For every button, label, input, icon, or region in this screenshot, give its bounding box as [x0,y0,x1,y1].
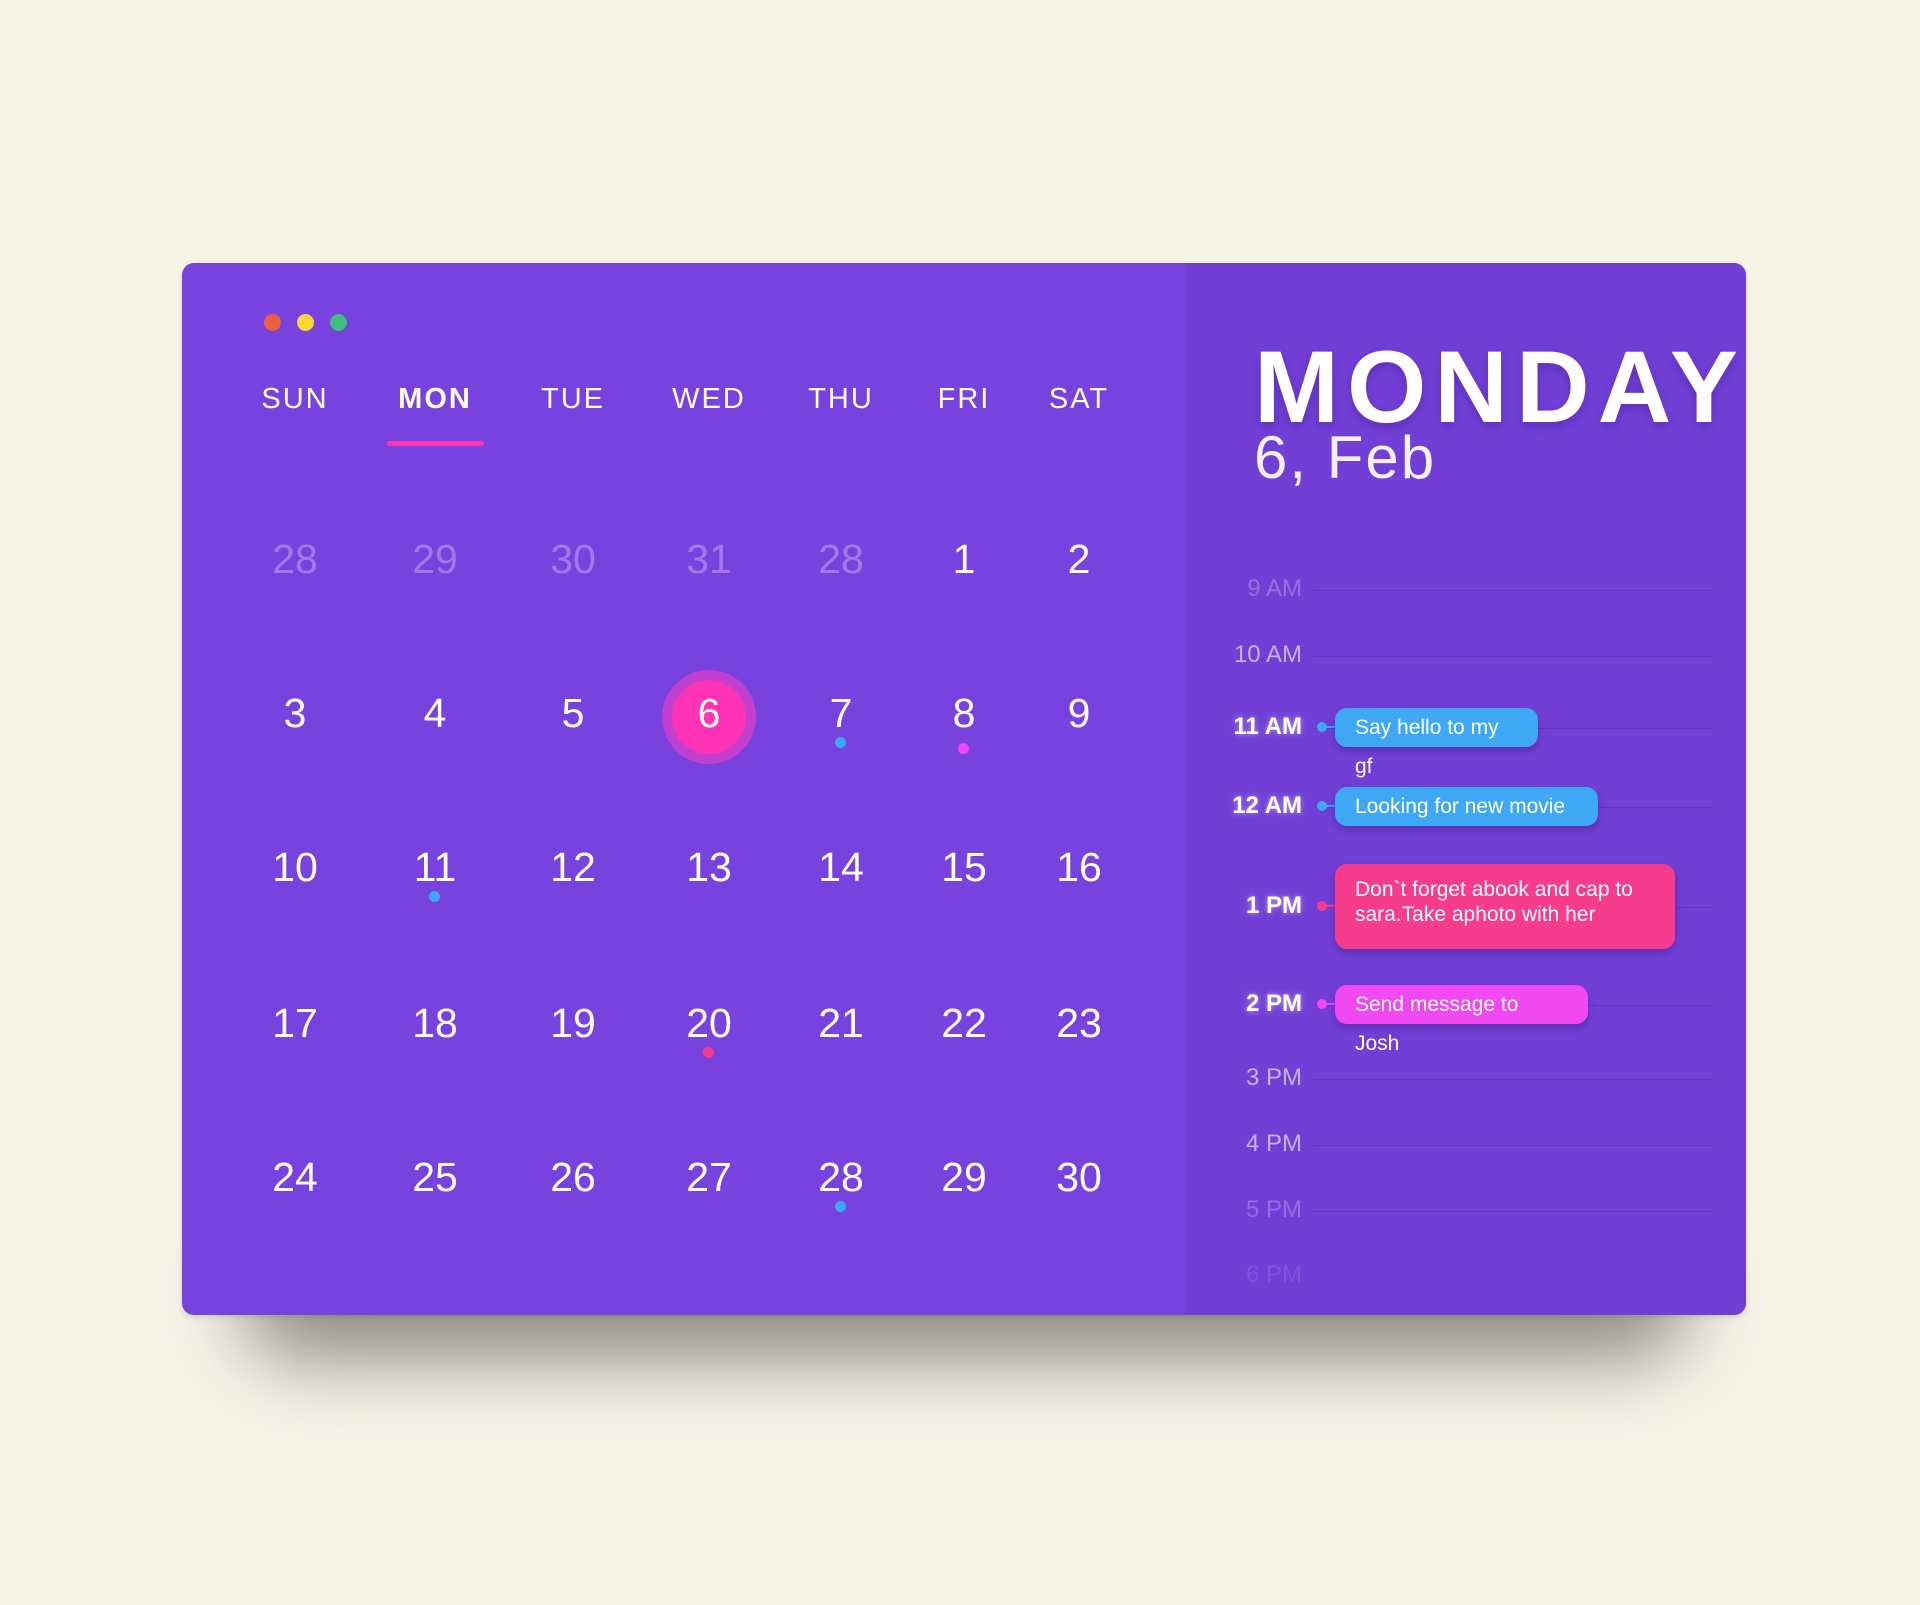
date-cell[interactable]: 2 [1029,536,1129,583]
active-weekday-indicator [387,441,484,446]
date-cell[interactable]: 7 [791,690,891,737]
event-indicator-dot [428,890,440,902]
date-cell[interactable]: 14 [791,844,891,891]
date-cell[interactable]: 11 [385,844,485,891]
time-label: 12 AM [1232,792,1302,819]
hour-gridline [1314,1211,1714,1212]
close-window-button[interactable] [263,314,281,331]
date-cell[interactable]: 28 [791,1154,891,1201]
date-cell[interactable]: 20 [659,1000,759,1047]
event-card[interactable]: Looking for new movie [1335,787,1598,826]
date-cell[interactable]: 12 [523,844,623,891]
weekday-mon[interactable]: MON [375,383,495,416]
date-cell[interactable]: 15 [914,844,1014,891]
event-text: Looking for new movie [1355,795,1566,818]
weekday-thu[interactable]: THU [781,383,901,416]
date-cell-today[interactable]: 6 [659,690,759,737]
date-cell[interactable]: 9 [1029,690,1129,737]
date-cell[interactable]: 28 [245,536,345,583]
date-cell[interactable]: 27 [659,1154,759,1201]
day-agenda: MONDAY 6, Feb 9 AM 10 AM 11 AM Say hello to… [1185,263,1746,1315]
month-calendar: SUN MON TUE WED THU FRI SAT 28 29 30 31 28 1 2 3 4 5 6 7 8 9… [182,263,1185,1315]
date-cell[interactable]: 31 [659,536,759,583]
date-cell[interactable]: 26 [523,1154,623,1201]
date-cell[interactable]: 17 [245,1000,345,1047]
event-indicator-dot [834,736,846,748]
event-card[interactable]: Don`t forget abook and cap to sara.Take … [1335,864,1675,949]
date-cell[interactable]: 5 [523,690,623,737]
hour-gridline [1314,1079,1714,1080]
weekday-wed[interactable]: WED [649,383,769,416]
date-cell[interactable]: 29 [385,536,485,583]
time-label: 10 AM [1233,641,1302,668]
event-indicator-dot [957,742,969,754]
date-cell[interactable]: 13 [659,844,759,891]
time-label: 6 PM [1245,1261,1302,1288]
weekday-sun[interactable]: SUN [235,383,355,416]
event-text: Don`t forget abook and cap to sara.Take … [1355,878,1633,926]
date-cell[interactable]: 8 [914,690,1014,737]
weekday-sat[interactable]: SAT [1019,383,1139,416]
event-card[interactable]: Say hello to my gf [1335,708,1538,778]
time-label: 5 PM [1245,1196,1302,1223]
weekday-tue[interactable]: TUE [513,383,633,416]
event-indicator-dot [702,1046,714,1058]
event-text: Say hello to my gf [1355,716,1499,778]
date-cell[interactable]: 29 [914,1154,1014,1201]
time-label: 3 PM [1245,1064,1302,1091]
time-label: 4 PM [1245,1130,1302,1157]
event-indicator-dot [834,1200,846,1212]
hour-gridline [1314,590,1714,591]
date-cell[interactable]: 25 [385,1154,485,1201]
date-cell[interactable]: 3 [245,690,345,737]
date-cell[interactable]: 4 [385,690,485,737]
date-cell[interactable]: 1 [914,536,1014,583]
date-cell[interactable]: 10 [245,844,345,891]
date-cell[interactable]: 30 [523,536,623,583]
hour-gridline [1314,656,1714,657]
event-card[interactable]: Send message to Josh [1335,985,1588,1055]
hour-gridline [1314,1145,1714,1146]
time-label: 11 AM [1233,713,1302,740]
date-cell[interactable]: 19 [523,1000,623,1047]
calendar-window: SUN MON TUE WED THU FRI SAT 28 29 30 31 28 1 2 3 4 5 6 7 8 9… [182,263,1746,1315]
date-cell[interactable]: 22 [914,1000,1014,1047]
time-label: 9 AM [1247,575,1302,602]
time-label: 1 PM [1245,892,1302,919]
date-cell[interactable]: 28 [791,536,891,583]
time-label: 2 PM [1245,990,1302,1017]
date-cell[interactable]: 18 [385,1000,485,1047]
date-cell[interactable]: 23 [1029,1000,1129,1047]
event-text: Send message to Josh [1355,993,1519,1055]
date-cell[interactable]: 21 [791,1000,891,1047]
date-cell[interactable]: 30 [1029,1154,1129,1201]
weekday-fri[interactable]: FRI [904,383,1024,416]
minimize-window-button[interactable] [296,314,314,331]
date-cell[interactable]: 16 [1029,844,1129,891]
maximize-window-button[interactable] [329,314,347,331]
day-date: 6, Feb [1254,424,1437,491]
date-cell[interactable]: 24 [245,1154,345,1201]
